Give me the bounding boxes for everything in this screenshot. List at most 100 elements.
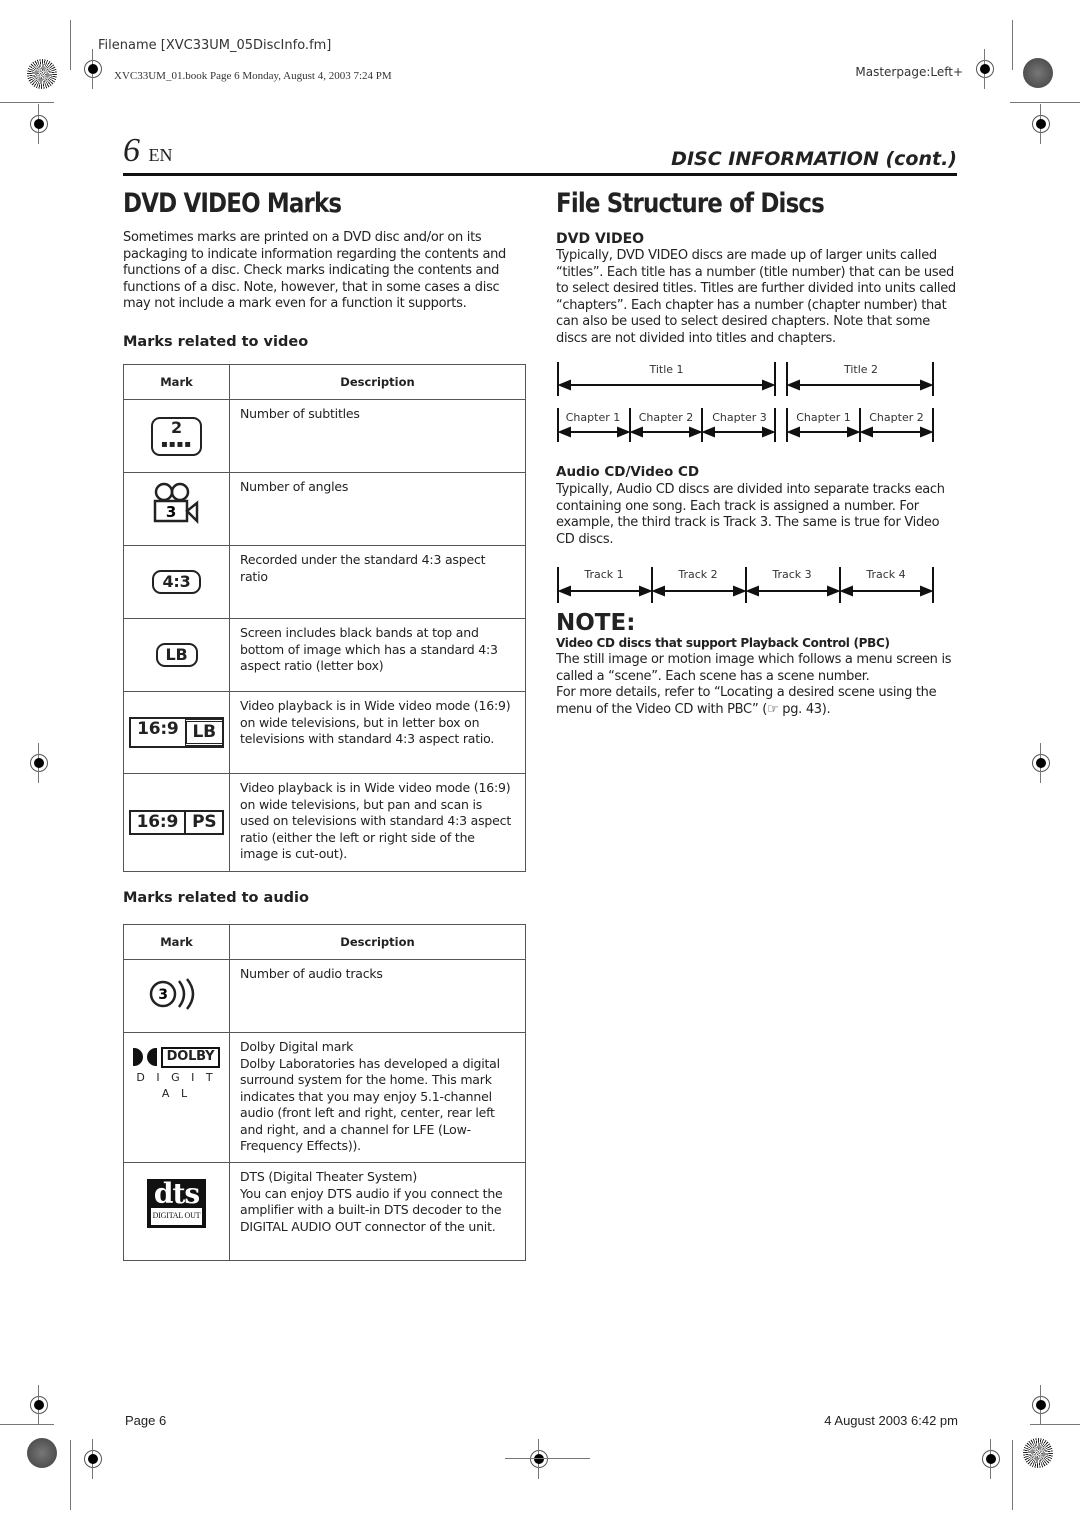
audio-cd-paragraph: Typically, Audio CD discs are divided in…	[556, 482, 945, 547]
registration-rosette-icon	[1023, 58, 1053, 88]
video-marks-table: Mark Description 2 ▪▪▪▪ Number of subtitl…	[123, 364, 526, 872]
mark-description: Number of angles	[229, 472, 526, 546]
registration-mark-icon	[1032, 743, 1050, 783]
print-filename: Filename [XVC33UM_05DiscInfo.fm]	[98, 38, 332, 53]
crop-mark	[70, 20, 71, 70]
crop-mark	[0, 1424, 54, 1425]
video-marks-heading: Marks related to video	[123, 334, 309, 350]
chapter-label: Chapter 3	[712, 411, 767, 424]
mark-description: DTS (Digital Theater System) You can enj…	[229, 1162, 526, 1261]
wide-16-9-lb-icon: 16:9 LB	[123, 691, 230, 774]
mark-description: Screen includes black bands at top and b…	[229, 618, 526, 692]
table-row: 16:9 LB Video playback is in Wide video m…	[123, 691, 526, 774]
mark-description: Video playback is in Wide video mode (16…	[229, 773, 526, 872]
track-label: Track 1	[584, 568, 624, 581]
title-label: Title 2	[843, 363, 879, 376]
mark-description: Dolby Digital mark Dolby Laboratories ha…	[229, 1032, 526, 1163]
page-number: 6 EN	[123, 132, 173, 170]
title-label: Title 1	[649, 363, 684, 376]
registration-mark-icon	[30, 104, 48, 144]
registration-mark-icon	[976, 49, 994, 89]
mark-description: Recorded under the standard 4:3 aspect r…	[229, 545, 526, 619]
table-row: dts DIGITAL OUT DTS (Digital Theater Sys…	[123, 1162, 526, 1261]
registration-mark-icon	[1032, 1385, 1050, 1425]
registration-mark-icon	[84, 1439, 102, 1479]
registration-mark-icon	[1032, 104, 1050, 144]
registration-mark-icon	[982, 1439, 1000, 1479]
crop-mark	[505, 1458, 590, 1459]
registration-rosette-icon	[27, 1438, 57, 1468]
page-lang: EN	[148, 145, 173, 165]
description-column-header: Description	[229, 924, 526, 960]
mark-description-title: Dolby Digital mark	[240, 1039, 354, 1054]
crop-mark	[1012, 20, 1013, 70]
mark-column-header: Mark	[123, 364, 230, 400]
audio-marks-table: Mark Description 3 Number of audio track…	[123, 924, 526, 1261]
registration-rosette-icon	[1023, 1438, 1053, 1468]
right-title: File Structure of Discs	[556, 188, 825, 219]
registration-mark-icon	[30, 1385, 48, 1425]
table-row: 3 Number of angles	[123, 472, 526, 546]
icon-glyph: 3	[165, 503, 175, 521]
table-row: LB Screen includes black bands at top an…	[123, 618, 526, 692]
section-title: DISC INFORMATION (cont.)	[671, 148, 957, 170]
table-row: 3 Number of audio tracks	[123, 959, 526, 1033]
mark-description: Video playback is in Wide video mode (16…	[229, 691, 526, 774]
audio-tracks-icon: 3	[123, 959, 230, 1033]
print-book-info: XVC33UM_01.book Page 6 Monday, August 4,…	[114, 70, 392, 82]
subtitles-icon: 2 ▪▪▪▪	[123, 399, 230, 473]
audio-cd-heading: Audio CD/Video CD	[556, 464, 700, 480]
table-row: DOLBY D I G I T A L Dolby Digital mark D…	[123, 1032, 526, 1163]
print-masterpage: Masterpage:Left+	[855, 65, 963, 79]
intro-paragraph: Sometimes marks are printed on a DVD dis…	[123, 230, 507, 311]
chapter-label: Chapter 2	[638, 411, 694, 424]
wide-16-9-ps-icon: 16:9 PS	[123, 773, 230, 872]
crop-mark	[0, 102, 54, 103]
track-label: Track 2	[678, 568, 718, 581]
table-header-row: Mark Description	[123, 364, 526, 400]
mark-description-text: You can enjoy DTS audio if you connect t…	[240, 1185, 503, 1234]
audio-marks-heading: Marks related to audio	[123, 890, 309, 906]
crop-mark	[1010, 102, 1080, 103]
registration-rosette-icon	[27, 59, 57, 89]
note-paragraph-1: The still image or motion image which fo…	[556, 652, 952, 684]
registration-mark-icon	[530, 1439, 548, 1479]
footer-date: 4 August 2003 6:42 pm	[824, 1413, 958, 1428]
track-label: Track 3	[772, 568, 812, 581]
registration-mark-icon	[84, 49, 102, 89]
note-paragraph-2: For more details, refer to “Locating a d…	[556, 685, 937, 717]
icon-glyph: 3	[158, 987, 168, 1003]
crop-mark	[1012, 1440, 1013, 1510]
mark-description-text: Dolby Laboratories has developed a digit…	[240, 1055, 500, 1154]
mark-column-header: Mark	[123, 924, 230, 960]
footer-page: Page 6	[125, 1413, 167, 1428]
table-header-row: Mark Description	[123, 924, 526, 960]
dolby-digital-logo: DOLBY D I G I T A L	[123, 1032, 230, 1163]
note-heading: Video CD discs that support Playback Con…	[556, 636, 890, 650]
mark-description: Number of subtitles	[229, 399, 526, 473]
note-title: NOTE:	[556, 610, 636, 636]
registration-mark-icon	[30, 743, 48, 783]
track-label: Track 4	[866, 568, 906, 581]
page-number-value: 6	[123, 132, 140, 169]
chapter-label: Chapter 2	[869, 411, 924, 424]
header-rule	[123, 173, 957, 176]
mark-description-title: DTS (Digital Theater System)	[240, 1169, 418, 1184]
dts-logo: dts DIGITAL OUT	[123, 1162, 230, 1261]
chapter-label: Chapter 1	[796, 411, 851, 424]
table-row: 2 ▪▪▪▪ Number of subtitles	[123, 399, 526, 473]
crop-mark	[1030, 1424, 1080, 1425]
icon-glyph: 2	[171, 417, 182, 437]
aspect-4-3-icon: 4:3	[123, 545, 230, 619]
chapter-label: Chapter 1	[565, 411, 621, 424]
dvd-video-heading: DVD VIDEO	[556, 231, 645, 247]
description-column-header: Description	[229, 364, 526, 400]
table-row: 16:9 PS Video playback is in Wide video m…	[123, 773, 526, 872]
dvd-video-paragraph: Typically, DVD VIDEO discs are made up o…	[556, 248, 956, 346]
angles-camera-icon: 3	[123, 472, 230, 546]
crop-mark	[70, 1440, 71, 1510]
letterbox-icon: LB	[123, 618, 230, 692]
table-row: 4:3 Recorded under the standard 4:3 aspe…	[123, 545, 526, 619]
mark-description: Number of audio tracks	[229, 959, 526, 1033]
left-title: DVD VIDEO Marks	[123, 188, 342, 219]
